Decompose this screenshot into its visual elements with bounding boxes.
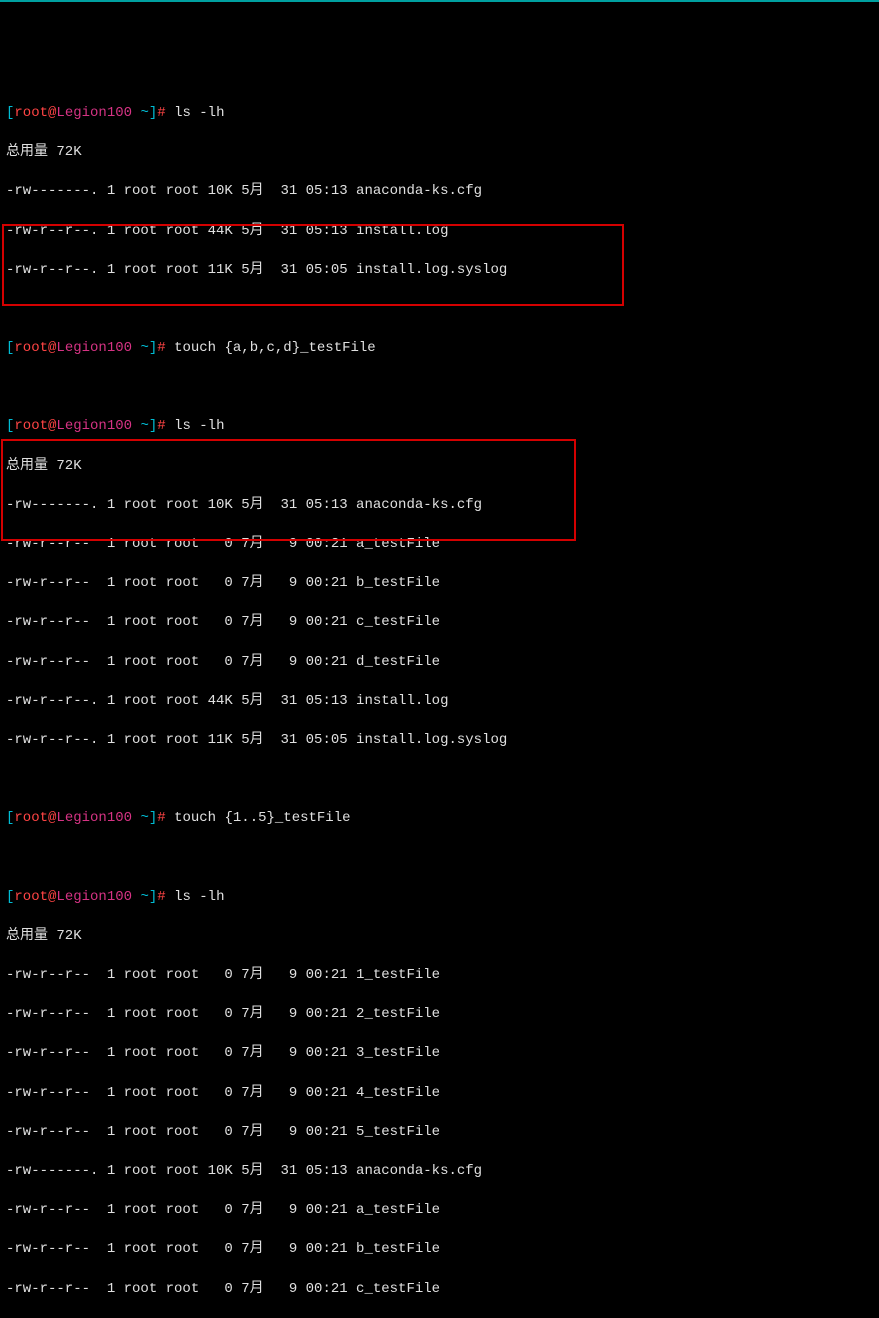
ls-row: -rw-r--r-- 1 root root 0 7月 9 00:21 c_te… (6, 613, 873, 633)
command: ls -lh (174, 105, 224, 121)
ls-row: -rw-r--r-- 1 root root 0 7月 9 00:21 c_te… (6, 1280, 873, 1300)
command: touch {1..5}_testFile (174, 810, 350, 826)
ls-row: -rw-r--r-- 1 root root 0 7月 9 00:21 d_te… (6, 653, 873, 673)
prompt-line: [root@Legion100 ~]# ls -lh (6, 417, 873, 437)
ls-row: -rw-r--r--. 1 root root 11K 5月 31 05:05 … (6, 261, 873, 281)
ls-row: -rw-r--r-- 1 root root 0 7月 9 00:21 5_te… (6, 1123, 873, 1143)
ls-row: -rw-r--r-- 1 root root 0 7月 9 00:21 2_te… (6, 1005, 873, 1025)
command: ls -lh (174, 889, 224, 905)
prompt-line: [root@Legion100 ~]# ls -lh (6, 888, 873, 908)
prompt-line: [root@Legion100 ~]# touch {a,b,c,d}_test… (6, 339, 873, 359)
ls-row: -rw-r--r-- 1 root root 0 7月 9 00:21 b_te… (6, 1240, 873, 1260)
ls-row: -rw-r--r-- 1 root root 0 7月 9 00:21 b_te… (6, 574, 873, 594)
ls-row: -rw-r--r--. 1 root root 44K 5月 31 05:13 … (6, 692, 873, 712)
ls-row: -rw-r--r-- 1 root root 0 7月 9 00:21 1_te… (6, 966, 873, 986)
prompt-line: [root@Legion100 ~]# ls -lh (6, 104, 873, 124)
terminal[interactable]: { "prompt": { "bracket_open": "[", "user… (0, 2, 879, 1318)
ls-row: -rw-r--r--. 1 root root 44K 5月 31 05:13 … (6, 222, 873, 242)
ls-row: -rw-r--r-- 1 root root 0 7月 9 00:21 3_te… (6, 1044, 873, 1064)
total-line: 总用量 72K (6, 143, 873, 163)
ls-row: -rw-r--r-- 1 root root 0 7月 9 00:21 4_te… (6, 1084, 873, 1104)
ls-row: -rw-------. 1 root root 10K 5月 31 05:13 … (6, 1162, 873, 1182)
total-line: 总用量 72K (6, 457, 873, 477)
highlight-box-2 (1, 439, 576, 541)
ls-row: -rw-r--r-- 1 root root 0 7月 9 00:21 a_te… (6, 535, 873, 555)
ls-row: -rw-------. 1 root root 10K 5月 31 05:13 … (6, 182, 873, 202)
command: ls -lh (174, 418, 224, 434)
ls-row: -rw-------. 1 root root 10K 5月 31 05:13 … (6, 496, 873, 516)
prompt-line: [root@Legion100 ~]# touch {1..5}_testFil… (6, 809, 873, 829)
ls-row: -rw-r--r-- 1 root root 0 7月 9 00:21 a_te… (6, 1201, 873, 1221)
ls-row: -rw-r--r--. 1 root root 11K 5月 31 05:05 … (6, 731, 873, 751)
command: touch {a,b,c,d}_testFile (174, 340, 376, 356)
total-line: 总用量 72K (6, 927, 873, 947)
